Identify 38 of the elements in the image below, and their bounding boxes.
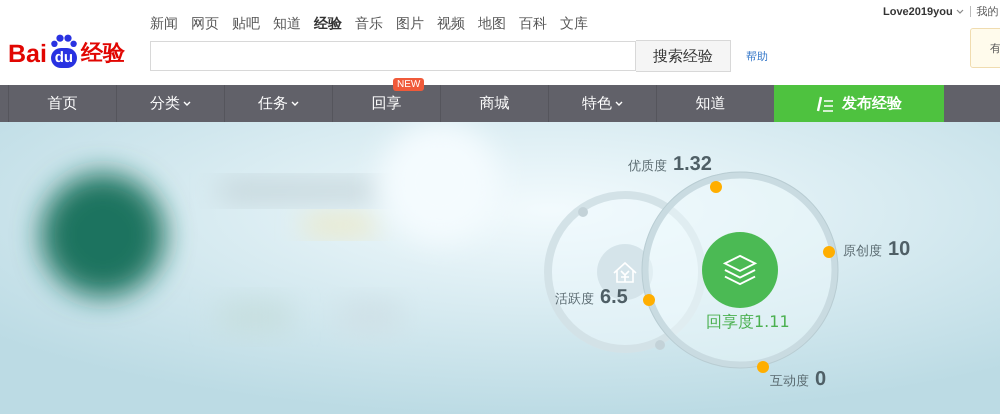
stat-value: 6.5	[600, 286, 628, 309]
product-link[interactable]: 百科	[519, 15, 547, 40]
caret-icon	[291, 101, 299, 106]
stat-label: 优质度	[628, 158, 667, 175]
stat-label: 回享度1.11	[706, 312, 790, 333]
stat-value: 0	[815, 368, 826, 391]
product-link[interactable]: 知道	[273, 15, 301, 40]
caret-icon	[183, 101, 191, 106]
product-link[interactable]: 文库	[560, 15, 588, 40]
nav-tab[interactable]: 首页	[48, 85, 78, 122]
search-field[interactable]	[150, 41, 636, 71]
stat-value: 10	[888, 238, 910, 261]
stat-label: 活跃度	[555, 291, 594, 308]
search-button[interactable]: 搜索经验	[636, 40, 731, 72]
product-link[interactable]: 地图	[478, 15, 506, 40]
stat-value: 1.32	[673, 153, 712, 176]
product-link[interactable]: 经验	[314, 15, 342, 40]
caret-icon	[615, 101, 623, 106]
new-badge: NEW	[393, 78, 424, 91]
product-link[interactable]: 音乐	[355, 15, 383, 40]
nav-tab[interactable]: 任务	[258, 85, 299, 122]
product-link[interactable]: 图片	[396, 15, 424, 40]
nav-tab[interactable]: 特色	[582, 85, 623, 122]
product-link[interactable]: 视频	[437, 15, 465, 40]
stat-label: 互动度	[770, 373, 809, 390]
my-menu-link[interactable]: 我的	[976, 4, 999, 19]
caret-icon	[956, 9, 964, 14]
baidu-jingyan-logo[interactable]: Bai du 经验	[8, 22, 138, 68]
nav-tab[interactable]: 分类	[150, 85, 191, 122]
product-link[interactable]: 新闻	[150, 15, 178, 40]
product-link[interactable]: 网页	[191, 15, 219, 40]
product-link[interactable]: 贴吧	[232, 15, 260, 40]
nav-tab[interactable]: 知道	[696, 85, 726, 122]
stat-label: 原创度	[843, 243, 882, 260]
help-link[interactable]: 帮助	[746, 48, 768, 64]
edit-icon	[816, 96, 834, 112]
nav-tab[interactable]: 商城	[480, 85, 510, 122]
username-link[interactable]: Love2019you	[883, 6, 953, 18]
